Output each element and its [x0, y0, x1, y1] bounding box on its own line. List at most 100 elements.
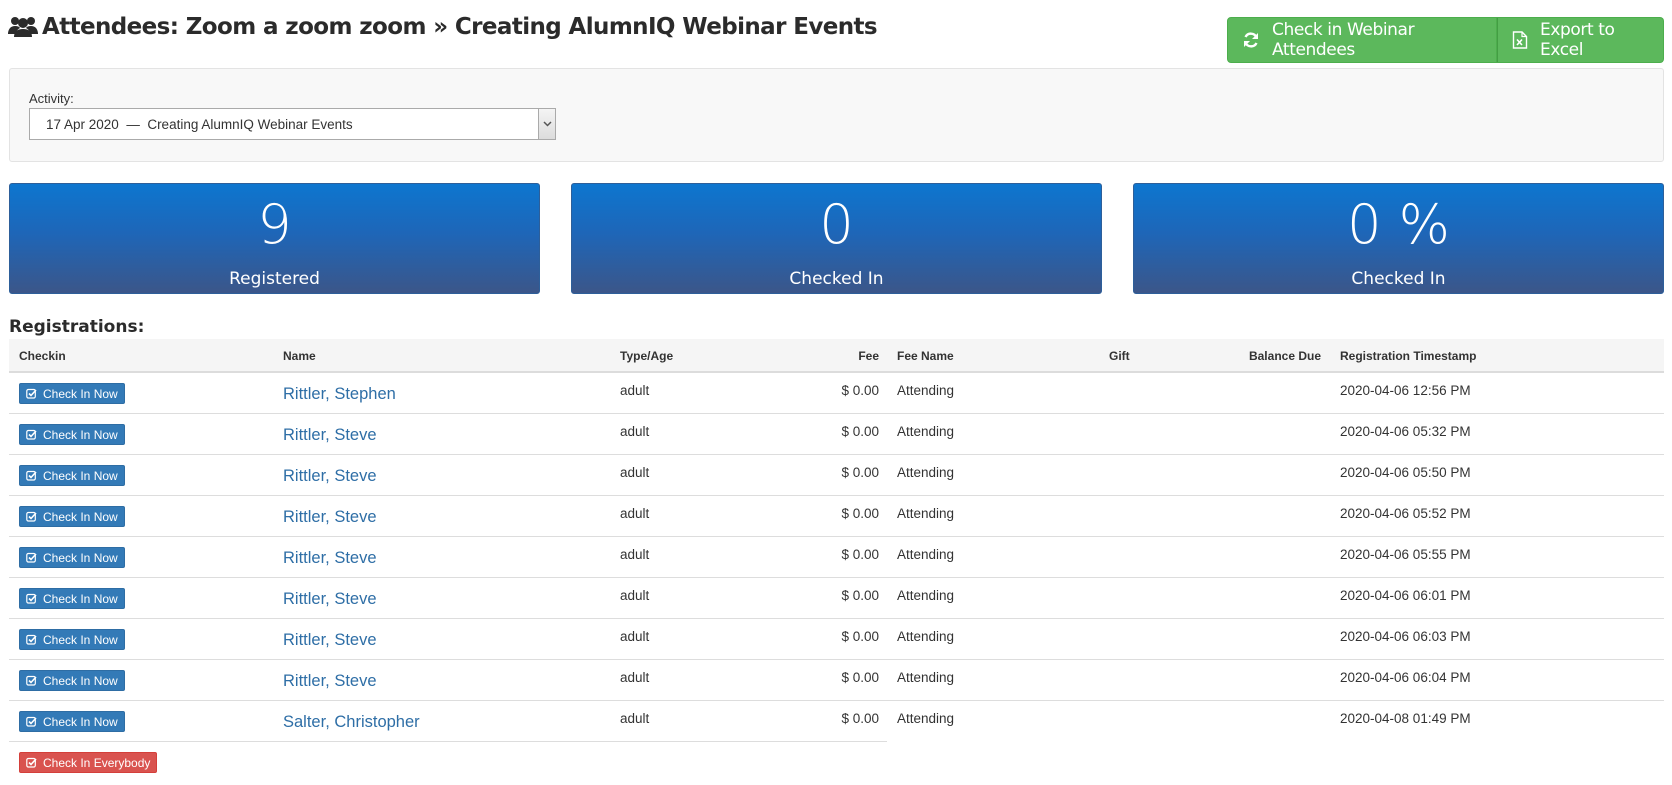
check-in-webinar-button[interactable]: Check in Webinar Attendees: [1227, 17, 1497, 63]
refresh-icon: [1242, 31, 1260, 49]
stat-card-checked-in-percent: 0 % Checked In: [1133, 183, 1664, 294]
registrant-name-link[interactable]: Salter, Christopher: [283, 713, 420, 732]
table-row: Check In Now Salter, Christopher adult $ 0.…: [9, 701, 1664, 742]
check-in-now-label: Check In Now: [43, 509, 118, 524]
activity-select-value: 17 Apr 2020 — Creating AlumnIQ Webinar E…: [46, 116, 353, 132]
checkbox-icon: [26, 388, 37, 399]
users-icon: [8, 15, 38, 39]
fee-name: Attending: [897, 629, 955, 644]
check-in-now-button[interactable]: Check In Now: [19, 383, 125, 404]
export-excel-button[interactable]: Export to Excel: [1497, 17, 1664, 63]
check-in-cell: Check In Now: [19, 711, 125, 732]
fee-name: Attending: [897, 670, 955, 685]
check-in-now-button[interactable]: Check In Now: [19, 711, 125, 732]
stat-label: Checked In: [789, 269, 884, 289]
registrant-name-link[interactable]: Rittler, Steve: [283, 631, 377, 650]
fee-name: Attending: [897, 547, 955, 562]
chevron-down-icon[interactable]: [538, 109, 555, 139]
top-actions: Check in Webinar Attendees Export to Exc…: [1227, 17, 1664, 63]
checkbox-icon: [26, 511, 37, 522]
check-in-everybody-button[interactable]: Check In Everybody: [19, 752, 158, 773]
fee: $ 0.00: [841, 711, 879, 726]
table-row: Check In Now Rittler, Steve adult $ 0.00 Att…: [9, 496, 1664, 537]
type-age: adult: [620, 424, 650, 439]
registrant-name-link[interactable]: Rittler, Steve: [283, 508, 377, 527]
table-row: Check In Now Rittler, Stephen adult $ 0.00 A…: [9, 373, 1664, 414]
check-in-cell: Check In Now: [19, 465, 125, 486]
check-in-everybody-label: Check In Everybody: [43, 755, 151, 770]
type-age: adult: [620, 465, 650, 480]
table-row: Check In Now Rittler, Steve adult $ 0.00 Att…: [9, 414, 1664, 455]
fee-name: Attending: [897, 506, 955, 521]
activity-label: Activity:: [29, 91, 74, 106]
check-in-now-label: Check In Now: [43, 427, 118, 442]
check-in-everybody-wrap: Check In Everybody: [19, 752, 158, 773]
check-in-now-button[interactable]: Check In Now: [19, 547, 125, 568]
check-in-now-label: Check In Now: [43, 673, 118, 688]
table-body: Check In Now Rittler, Stephen adult $ 0.00 A…: [9, 373, 1664, 742]
column-fee: Fee: [858, 349, 879, 363]
check-in-now-label: Check In Now: [43, 591, 118, 606]
checkbox-icon: [26, 593, 37, 604]
checkbox-icon: [26, 757, 37, 768]
check-in-webinar-label: Check in Webinar Attendees: [1272, 20, 1415, 60]
registration-timestamp: 2020-04-06 06:04 PM: [1340, 670, 1471, 685]
check-in-cell: Check In Now: [19, 383, 125, 404]
fee: $ 0.00: [841, 588, 879, 603]
fee: $ 0.00: [841, 670, 879, 685]
registration-timestamp: 2020-04-06 06:01 PM: [1340, 588, 1471, 603]
checkbox-icon: [26, 429, 37, 440]
check-in-now-button[interactable]: Check In Now: [19, 588, 125, 609]
stat-value: 0: [819, 193, 854, 256]
fee-name: Attending: [897, 383, 955, 398]
check-in-now-label: Check In Now: [43, 386, 118, 401]
activity-panel: Activity: 17 Apr 2020 — Creating AlumnIQ…: [9, 68, 1664, 162]
check-in-cell: Check In Now: [19, 424, 125, 445]
registrant-name-link[interactable]: Rittler, Steve: [283, 426, 377, 445]
type-age: adult: [620, 383, 650, 398]
registration-timestamp: 2020-04-06 05:52 PM: [1340, 506, 1471, 521]
type-age: adult: [620, 629, 650, 644]
fee: $ 0.00: [841, 465, 879, 480]
registrant-name-link[interactable]: Rittler, Steve: [283, 672, 377, 691]
check-in-now-button[interactable]: Check In Now: [19, 506, 125, 527]
table-row: Check In Now Rittler, Steve adult $ 0.00 Att…: [9, 537, 1664, 578]
check-in-cell: Check In Now: [19, 629, 125, 650]
stat-label: Checked In: [1351, 269, 1446, 289]
table-row: Check In Now Rittler, Steve adult $ 0.00 Att…: [9, 578, 1664, 619]
registrant-name-link[interactable]: Rittler, Steve: [283, 549, 377, 568]
stat-card-checked-in: 0 Checked In: [571, 183, 1102, 294]
check-in-now-label: Check In Now: [43, 714, 118, 729]
checkbox-icon: [26, 470, 37, 481]
table-row: Check In Now Rittler, Steve adult $ 0.00 Att…: [9, 619, 1664, 660]
check-in-now-label: Check In Now: [43, 468, 118, 483]
type-age: adult: [620, 588, 650, 603]
column-gift: Gift: [1109, 349, 1130, 363]
check-in-now-button[interactable]: Check In Now: [19, 670, 125, 691]
registrant-name-link[interactable]: Rittler, Steve: [283, 590, 377, 609]
column-balance-due: Balance Due: [1248, 349, 1321, 363]
column-timestamp: Registration Timestamp: [1340, 349, 1477, 363]
fee-name: Attending: [897, 588, 955, 603]
registrant-name-link[interactable]: Rittler, Steve: [283, 467, 377, 486]
column-name: Name: [283, 349, 316, 363]
registrations-table: Checkin Name Type/Age Fee Fee Name Gift …: [9, 339, 1664, 742]
column-fee-name: Fee Name: [897, 349, 954, 363]
stat-card-registered: 9 Registered: [9, 183, 540, 294]
registration-timestamp: 2020-04-08 01:49 PM: [1340, 711, 1471, 726]
check-in-now-button[interactable]: Check In Now: [19, 424, 125, 445]
checkbox-icon: [26, 716, 37, 727]
type-age: adult: [620, 670, 650, 685]
checkbox-icon: [26, 675, 37, 686]
registration-timestamp: 2020-04-06 06:03 PM: [1340, 629, 1471, 644]
page-title: Attendees: Zoom a zoom zoom » Creating A…: [8, 14, 878, 40]
table-row: Check In Now Rittler, Steve adult $ 0.00 Att…: [9, 455, 1664, 496]
check-in-cell: Check In Now: [19, 670, 125, 691]
registrant-name-link[interactable]: Rittler, Stephen: [283, 385, 396, 404]
registration-timestamp: 2020-04-06 12:56 PM: [1340, 383, 1471, 398]
check-in-now-button[interactable]: Check In Now: [19, 629, 125, 650]
activity-select[interactable]: 17 Apr 2020 — Creating AlumnIQ Webinar E…: [29, 108, 556, 140]
fee: $ 0.00: [841, 506, 879, 521]
column-type: Type/Age: [620, 349, 674, 363]
check-in-now-button[interactable]: Check In Now: [19, 465, 125, 486]
